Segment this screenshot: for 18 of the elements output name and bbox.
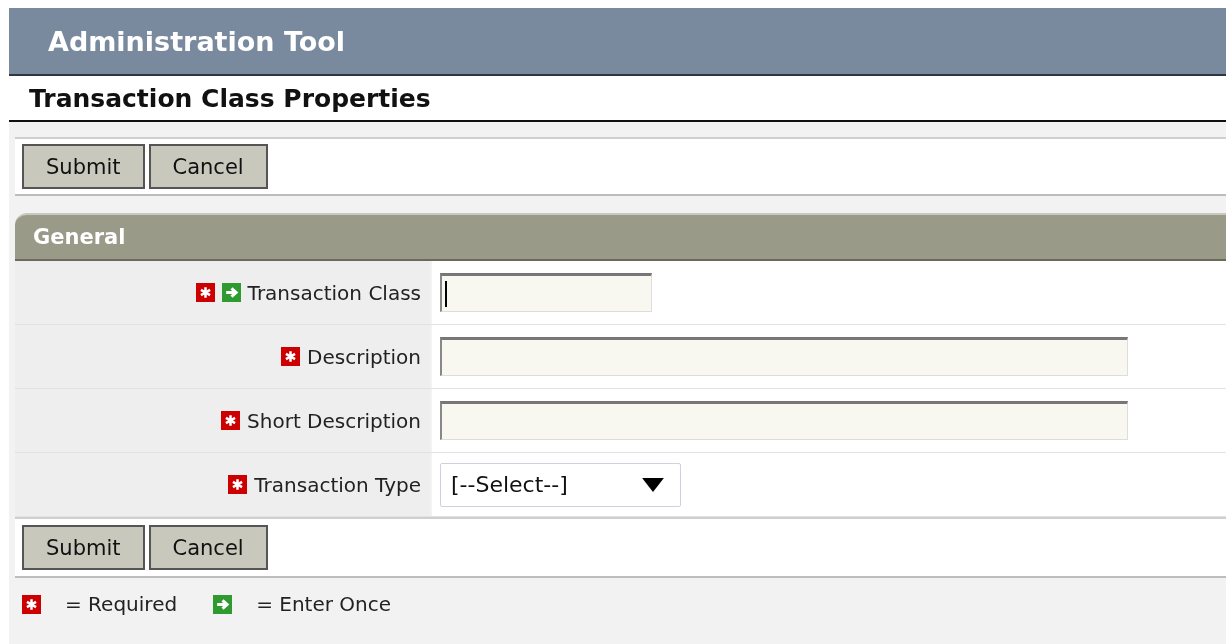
form-button[interactable]: Cancel <box>148 525 268 570</box>
text-field[interactable] <box>440 401 1128 440</box>
dropdown[interactable]: [--Select--] <box>440 462 681 507</box>
legend-text: = Enter Once <box>256 592 391 616</box>
text-field[interactable] <box>440 273 652 312</box>
asterisk-icon <box>22 594 41 614</box>
field-label: Transaction Class <box>247 280 421 305</box>
legend-text: = Required <box>65 592 178 616</box>
page-title: Transaction Class Properties <box>29 83 431 113</box>
text-field[interactable] <box>440 337 1128 376</box>
field-label: Transaction Type <box>254 472 421 497</box>
field-label: Short Description <box>247 408 421 433</box>
form-button[interactable]: Cancel <box>148 144 268 189</box>
form-button[interactable]: Submit <box>22 144 145 189</box>
app-title: Administration Tool <box>48 25 346 57</box>
section-title: General <box>33 225 126 249</box>
field-label: Description <box>307 344 421 369</box>
form-button[interactable]: Submit <box>22 525 145 570</box>
